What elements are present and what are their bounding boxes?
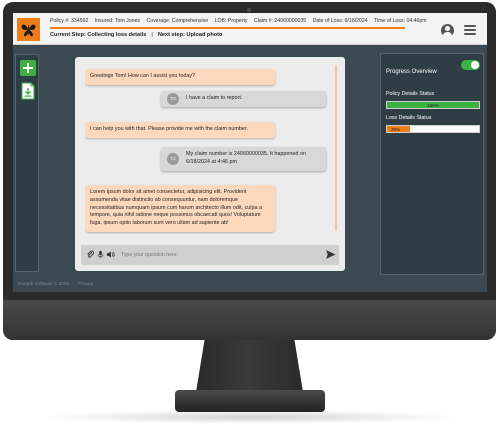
steps-row: Current Step: Collecting loss details | Ne…: [50, 32, 222, 38]
progress-title: Progress Overview: [386, 69, 437, 75]
monitor-stand-neck: [196, 340, 303, 392]
hamburger-menu-icon[interactable]: [464, 25, 476, 35]
copyright-text: Monark Software © 2025: [18, 281, 69, 286]
footer: Monark Software © 2025 Privacy: [18, 281, 101, 286]
policy-number: Policy #: 334592: [50, 18, 89, 24]
bot-message: I can help you with that. Please provide…: [85, 122, 275, 138]
insured-name: Insured: Tom Jones: [94, 18, 140, 24]
policy-status-label: Policy Details Status: [386, 91, 435, 97]
coverage-type: Coverage: Comprehensive: [146, 18, 209, 24]
progress-panel: Progress Overview Policy Details Status …: [380, 53, 484, 275]
user-message-text: I have a claim to report.: [186, 95, 243, 101]
user-message: TJ I have a claim to report.: [161, 91, 326, 107]
bot-message: Greetings Tom! How can I assist you toda…: [85, 69, 275, 85]
new-chat-button[interactable]: [20, 60, 36, 76]
document-download-icon: [21, 82, 35, 100]
next-step: Next step: Upload photo: [157, 32, 223, 38]
chat-input-bar: [81, 245, 339, 265]
time-of-loss: Time of Loss: 04:46pm: [374, 18, 427, 24]
header-divider: [50, 27, 405, 29]
claim-number: Claim #: 24060000035: [253, 18, 307, 24]
policy-status-bar: 100%: [386, 101, 480, 109]
user-message-text: My claim number is 24060000035. It happe…: [186, 151, 306, 165]
paperclip-icon[interactable]: [86, 250, 95, 259]
loss-status-value: 25%: [391, 126, 401, 132]
monitor-stand-base: [175, 390, 325, 412]
top-bar: Policy #: 334592 Insured: Tom Jones Cove…: [13, 13, 487, 45]
loss-status-label: Loss Details Status: [386, 115, 432, 121]
chat-panel: Greetings Tom! How can I assist you toda…: [75, 57, 345, 271]
progress-toggle[interactable]: [461, 60, 480, 70]
send-icon[interactable]: [325, 249, 336, 260]
date-of-loss: Date of Loss: 6/18/2024: [312, 18, 368, 24]
monitor-chin: [3, 300, 496, 340]
claim-info-row: Policy #: 334592 Insured: Tom Jones Cove…: [50, 18, 432, 24]
policy-status-value: 100%: [427, 102, 439, 108]
user-message: TJ My claim number is 24060000035. It ha…: [161, 147, 326, 171]
user-avatar: TJ: [167, 152, 179, 165]
butterfly-logo-icon: [17, 18, 40, 41]
microphone-icon[interactable]: [96, 250, 105, 259]
stand-shadow: [40, 410, 460, 424]
loss-status-fill: 25%: [387, 126, 410, 132]
bot-message-text: I can help you with that. Please provide…: [90, 126, 248, 132]
privacy-link[interactable]: Privacy: [78, 281, 93, 286]
bot-message-text: Greetings Tom! How can I assist you toda…: [90, 73, 196, 79]
current-step: Current Step: Collecting loss details: [50, 32, 147, 38]
step-separator: |: [151, 32, 153, 38]
download-document-button[interactable]: [20, 82, 36, 100]
bot-message: Lorem ipsum dolor sit amet consectetur, …: [85, 185, 275, 233]
policy-status-fill: 100%: [387, 102, 479, 108]
plus-icon: [23, 63, 33, 73]
chat-messages[interactable]: Greetings Tom! How can I assist you toda…: [85, 63, 331, 234]
screen: Policy #: 334592 Insured: Tom Jones Cove…: [13, 13, 487, 292]
speaker-icon[interactable]: [106, 250, 115, 259]
bot-message-text: Lorem ipsum dolor sit amet consectetur, …: [90, 189, 262, 227]
camera: [247, 8, 251, 12]
user-avatar: TJ: [167, 92, 179, 105]
left-toolbar: [15, 54, 39, 272]
chat-input[interactable]: [121, 249, 321, 261]
loss-status-bar: 25%: [386, 125, 480, 133]
chat-scrollbar[interactable]: [335, 65, 337, 231]
user-avatar-icon[interactable]: [441, 24, 454, 37]
lob-type: LOB: Property: [214, 18, 248, 24]
